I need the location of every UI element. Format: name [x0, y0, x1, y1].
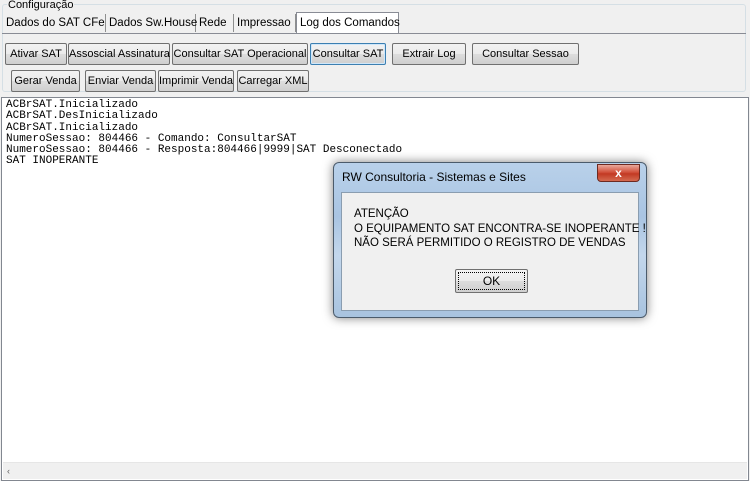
log-text: ACBrSAT.Inicializado ACBrSAT.DesIniciali… — [6, 99, 402, 168]
configuration-group-label: Configuração — [7, 0, 75, 11]
consultar-sessao-button[interactable]: Consultar Sessao — [472, 43, 579, 65]
enviar-venda-button[interactable]: Enviar Venda — [85, 70, 156, 92]
dialog-body: ATENÇÃO O EQUIPAMENTO SAT ENCONTRA-SE IN… — [341, 192, 646, 311]
dialog-message-line: ATENÇÃO — [354, 208, 409, 220]
associar-assinatura-button[interactable]: Assoscial Assinatura — [68, 43, 170, 65]
dialog-message: ATENÇÃO O EQUIPAMENTO SAT ENCONTRA-SE IN… — [354, 207, 646, 251]
carregar-xml-button[interactable]: Carregar XML — [237, 70, 309, 92]
tab-rede[interactable]: Rede — [196, 14, 234, 32]
gerar-venda-button[interactable]: Gerar Venda — [11, 70, 80, 92]
dialog-message-line: O EQUIPAMENTO SAT ENCONTRA-SE INOPERANTE… — [354, 222, 646, 235]
tab-dados-sat-cfe[interactable]: Dados do SAT CFe — [3, 14, 106, 32]
dialog-message-line: NÃO SERÁ PERMITIDO O REGISTRO DE VENDAS — [354, 237, 626, 249]
dialog-title: RW Consultoria - Sistemas e Sites — [342, 170, 526, 184]
extrair-log-button[interactable]: Extrair Log — [392, 43, 466, 65]
consultar-sat-button[interactable]: Consultar SAT — [310, 43, 386, 65]
close-icon[interactable]: x — [597, 164, 640, 182]
scroll-left-icon[interactable]: ‹ — [7, 466, 10, 476]
tab-impressao[interactable]: Impressao — [234, 14, 296, 32]
imprimir-venda-button[interactable]: Imprimir Venda — [158, 70, 234, 92]
horizontal-scrollbar[interactable]: ‹ — [3, 462, 747, 479]
ativar-sat-button[interactable]: Ativar SAT — [5, 43, 67, 65]
tab-log-dos-comandos[interactable]: Log dos Comandos — [296, 12, 400, 34]
message-dialog: RW Consultoria - Sistemas e Sites x ATEN… — [333, 162, 647, 318]
consultar-sat-operacional-button[interactable]: Consultar SAT Operacional — [172, 43, 308, 65]
tab-dados-sw-house[interactable]: Dados Sw.House — [106, 14, 197, 32]
ok-button[interactable]: OK — [455, 269, 528, 293]
log-line: ACBrSAT.DesInicializado — [6, 110, 158, 123]
